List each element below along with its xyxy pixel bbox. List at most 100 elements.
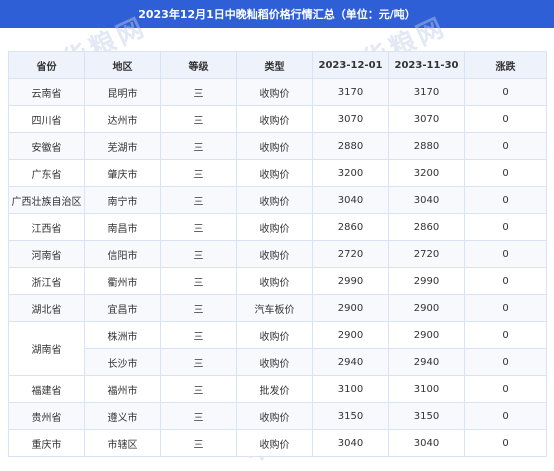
header-date-current: 2023-12-01 bbox=[312, 51, 389, 79]
cell-province: 重庆市 bbox=[8, 429, 85, 457]
cell-grade: 三 bbox=[160, 348, 237, 376]
cell-price-previous: 3070 bbox=[388, 105, 465, 133]
cell-price-current: 2860 bbox=[312, 213, 389, 241]
cell-change: 0 bbox=[464, 402, 547, 430]
cell-province: 云南省 bbox=[8, 78, 85, 106]
cell-region: 南宁市 bbox=[84, 186, 161, 214]
cell-price-current: 2940 bbox=[312, 348, 389, 376]
cell-change: 0 bbox=[464, 159, 547, 187]
table-row: 广西壮族自治区 南宁市 三 收购价 3040 3040 0 bbox=[8, 186, 547, 214]
header-row: 省份 地区 等级 类型 2023-12-01 2023-11-30 涨跌 bbox=[8, 51, 547, 79]
cell-price-previous: 3040 bbox=[388, 186, 465, 214]
cell-price-previous: 2900 bbox=[388, 321, 465, 349]
cell-price-current: 2880 bbox=[312, 132, 389, 160]
table-row: 湖南省 株洲市 三 收购价 2900 2900 0 bbox=[8, 321, 547, 376]
cell-price-current: 2720 bbox=[312, 240, 389, 268]
cell-change: 0 bbox=[464, 240, 547, 268]
cell-type: 收购价 bbox=[236, 348, 313, 376]
cell-price-previous: 2900 bbox=[388, 294, 465, 322]
cell-province: 安徽省 bbox=[8, 132, 85, 160]
header-province: 省份 bbox=[8, 51, 85, 79]
cell-change: 0 bbox=[464, 294, 547, 322]
cell-grade: 三 bbox=[160, 213, 237, 241]
cell-region: 长沙市 bbox=[84, 348, 161, 376]
header-date-previous: 2023-11-30 bbox=[388, 51, 465, 79]
cell-price-current: 2900 bbox=[312, 294, 389, 322]
cell-type: 收购价 bbox=[236, 402, 313, 430]
cell-type: 收购价 bbox=[236, 132, 313, 160]
cell-type: 收购价 bbox=[236, 105, 313, 133]
cell-province: 河南省 bbox=[8, 240, 85, 268]
cell-change: 0 bbox=[464, 78, 547, 106]
table-title: 2023年12月1日中晚籼稻价格行情汇总（单位：元/吨） bbox=[0, 0, 554, 28]
cell-type: 汽车板价 bbox=[236, 294, 313, 322]
cell-price-current: 2900 bbox=[312, 321, 389, 349]
cell-change: 0 bbox=[464, 267, 547, 295]
cell-grade: 三 bbox=[160, 375, 237, 403]
header-grade: 等级 bbox=[160, 51, 237, 79]
table-row: 广东省 肇庆市 三 收购价 3200 3200 0 bbox=[8, 159, 547, 187]
cell-province: 湖北省 bbox=[8, 294, 85, 322]
cell-price-previous: 2990 bbox=[388, 267, 465, 295]
cell-type: 收购价 bbox=[236, 78, 313, 106]
cell-grade: 三 bbox=[160, 429, 237, 457]
cell-price-current: 2990 bbox=[312, 267, 389, 295]
cell-grade: 三 bbox=[160, 321, 237, 349]
cell-price-current: 3200 bbox=[312, 159, 389, 187]
table-row: 贵州省 遵义市 三 收购价 3150 3150 0 bbox=[8, 402, 547, 430]
cell-price-current: 3150 bbox=[312, 402, 389, 430]
table-row: 浙江省 衢州市 三 收购价 2990 2990 0 bbox=[8, 267, 547, 295]
cell-region: 遵义市 bbox=[84, 402, 161, 430]
cell-province: 贵州省 bbox=[8, 402, 85, 430]
cell-region: 市辖区 bbox=[84, 429, 161, 457]
cell-price-previous: 2940 bbox=[388, 348, 465, 376]
cell-grade: 三 bbox=[160, 294, 237, 322]
table-row: 安徽省 芜湖市 三 收购价 2880 2880 0 bbox=[8, 132, 547, 160]
cell-change: 0 bbox=[464, 348, 547, 376]
cell-price-previous: 2880 bbox=[388, 132, 465, 160]
cell-region: 株洲市 bbox=[84, 321, 161, 349]
cell-price-previous: 3040 bbox=[388, 429, 465, 457]
header-type: 类型 bbox=[236, 51, 313, 79]
header-change: 涨跌 bbox=[464, 51, 547, 79]
cell-grade: 三 bbox=[160, 159, 237, 187]
cell-province: 福建省 bbox=[8, 375, 85, 403]
cell-type: 批发价 bbox=[236, 375, 313, 403]
cell-change: 0 bbox=[464, 321, 547, 349]
cell-province: 江西省 bbox=[8, 213, 85, 241]
cell-price-current: 3100 bbox=[312, 375, 389, 403]
cell-province: 湖南省 bbox=[8, 321, 85, 376]
cell-grade: 三 bbox=[160, 105, 237, 133]
cell-region: 达州市 bbox=[84, 105, 161, 133]
table-row: 福建省 福州市 三 批发价 3100 3100 0 bbox=[8, 375, 547, 403]
cell-price-previous: 3200 bbox=[388, 159, 465, 187]
cell-change: 0 bbox=[464, 132, 547, 160]
cell-region: 福州市 bbox=[84, 375, 161, 403]
cell-grade: 三 bbox=[160, 267, 237, 295]
cell-type: 收购价 bbox=[236, 159, 313, 187]
cell-type: 收购价 bbox=[236, 321, 313, 349]
cell-price-current: 3040 bbox=[312, 429, 389, 457]
table-row: 湖北省 宜昌市 三 汽车板价 2900 2900 0 bbox=[8, 294, 547, 322]
cell-region: 南昌市 bbox=[84, 213, 161, 241]
cell-price-previous: 3170 bbox=[388, 78, 465, 106]
cell-change: 0 bbox=[464, 186, 547, 214]
cell-type: 收购价 bbox=[236, 429, 313, 457]
cell-grade: 三 bbox=[160, 186, 237, 214]
table-row: 长沙市 三 收购价 2940 2940 0 bbox=[9, 348, 547, 376]
cell-grade: 三 bbox=[160, 78, 237, 106]
cell-province: 四川省 bbox=[8, 105, 85, 133]
table-row: 四川省 达州市 三 收购价 3070 3070 0 bbox=[8, 105, 547, 133]
header-region: 地区 bbox=[84, 51, 161, 79]
cell-price-current: 3170 bbox=[312, 78, 389, 106]
cell-type: 收购价 bbox=[236, 213, 313, 241]
cell-province: 浙江省 bbox=[8, 267, 85, 295]
cell-price-current: 3040 bbox=[312, 186, 389, 214]
cell-type: 收购价 bbox=[236, 267, 313, 295]
cell-region: 肇庆市 bbox=[84, 159, 161, 187]
cell-province: 广西壮族自治区 bbox=[8, 186, 85, 214]
cell-price-previous: 3150 bbox=[388, 402, 465, 430]
cell-change: 0 bbox=[464, 213, 547, 241]
cell-grade: 三 bbox=[160, 240, 237, 268]
cell-price-previous: 3100 bbox=[388, 375, 465, 403]
